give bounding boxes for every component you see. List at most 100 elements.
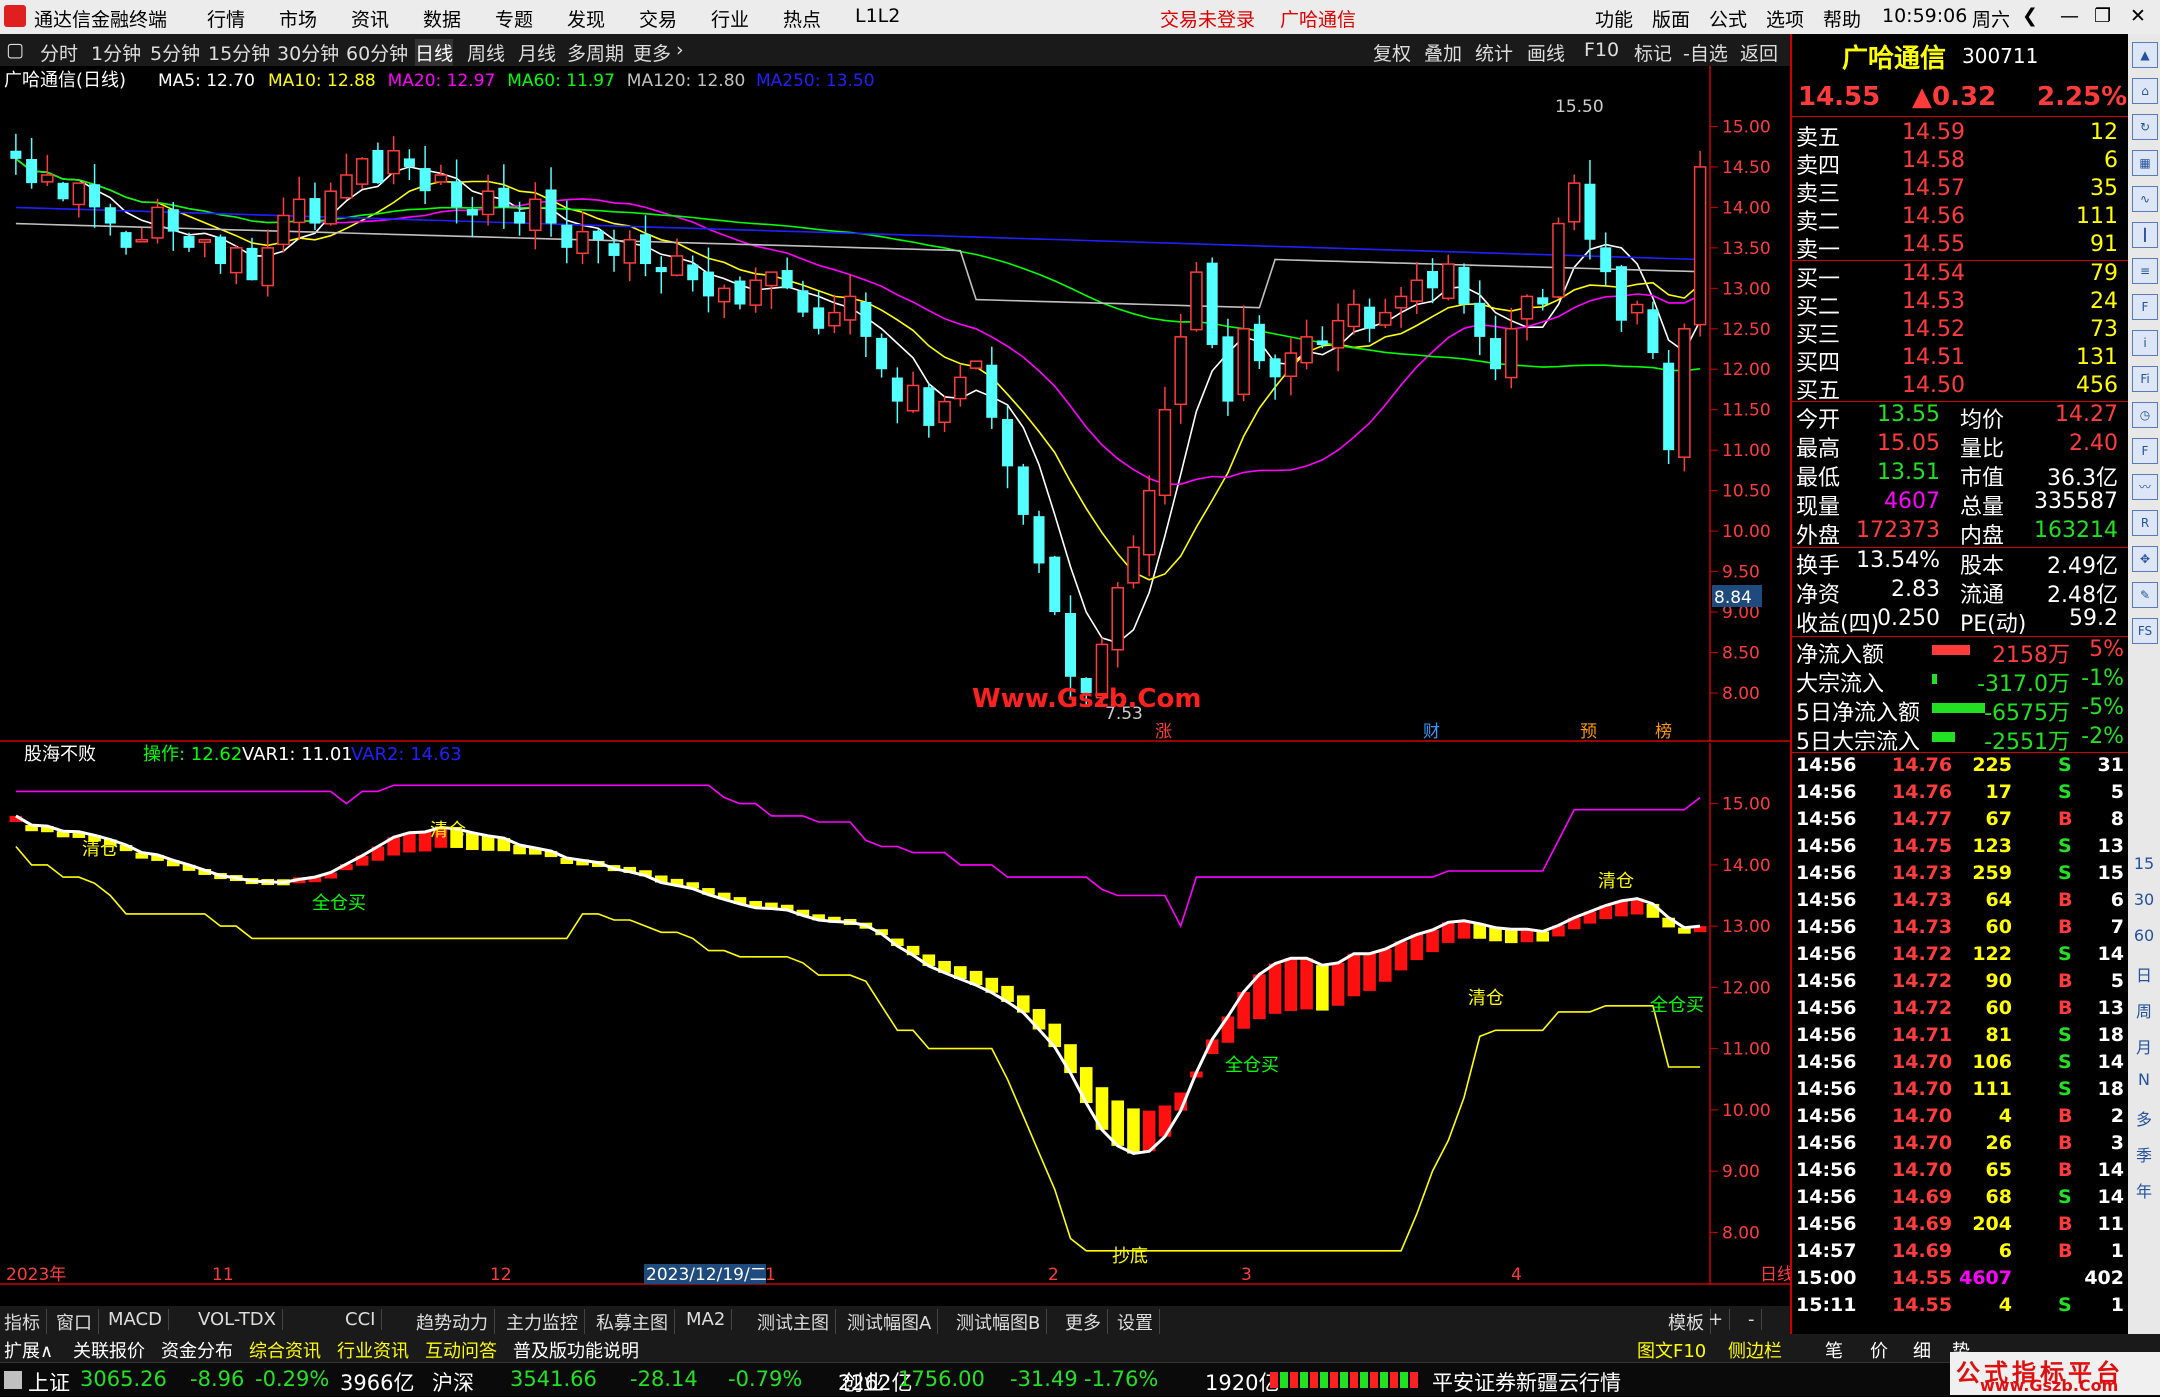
f-icon[interactable]: F [2132,438,2158,464]
price-chart[interactable]: 15.00 14.50 14.00 13.50 13.00 12.50 12.00 11.50… [0,66,1790,742]
tabs-tool[interactable]: 模板 [1668,1309,1711,1335]
tick-row[interactable]: 14:56 14.72 122 S 14 [1792,943,2128,970]
tick-row[interactable]: 14:56 14.77 67 B 8 [1792,808,2128,835]
menu-item[interactable]: 行情 [207,5,245,32]
toolbar-button[interactable]: 复权 [1373,39,1411,66]
tick-row[interactable]: 14:56 14.70 106 S 14 [1792,1051,2128,1078]
period-tab[interactable]: 月线 [518,39,556,66]
indicator-tab[interactable]: CCI [345,1309,383,1330]
tabs-tool[interactable]: - [1748,1309,1762,1330]
server-name[interactable]: 平安证券新疆云行情 [1432,1367,1621,1397]
book-row[interactable]: 卖二 14.56 111 [1792,204,2128,235]
period-tab[interactable]: 多周期 [567,39,624,66]
panel-toggle-icon[interactable]: ▢ [6,39,24,61]
period-tab-active[interactable]: 日线 [415,39,454,66]
indicator-tab[interactable]: 窗口 [56,1309,99,1335]
tick-row[interactable]: 14:56 14.76 17 S 5 [1792,781,2128,808]
extension-tab[interactable]: 关联报价 [73,1337,145,1363]
list-icon[interactable]: ≡ [2132,258,2158,284]
tick-row[interactable]: 14:56 14.72 90 B 5 [1792,970,2128,997]
side-tab[interactable]: 笔 [1825,1337,1843,1363]
back-icon[interactable]: ❮ [2022,5,2038,27]
rsi-icon[interactable]: R [2132,510,2158,536]
chart-icon[interactable]: ∿ [2132,186,2158,212]
menu-item[interactable]: 热点 [783,5,821,32]
side-tab[interactable]: 图文F10 [1637,1337,1706,1363]
tick-row[interactable]: 14:56 14.71 81 S 18 [1792,1024,2128,1051]
wave-icon[interactable]: 〰 [2132,474,2158,500]
grid-icon[interactable]: ▦ [2132,150,2158,176]
period-tab[interactable]: 15分钟 [208,39,270,66]
extension-tab[interactable]: 互动问答 [425,1337,497,1363]
indicator-chart[interactable]: 15.00 14.00 13.00 12.00 11.00 10.00 9.00 8.00 股… [0,743,1790,1285]
info-icon[interactable]: i [2132,330,2158,356]
side-tab[interactable]: 价 [1870,1337,1888,1363]
toolbar-button[interactable]: 统计 [1475,39,1513,66]
extension-tab[interactable]: 资金分布 [161,1337,233,1363]
up-arrow-icon[interactable]: ▲ [2132,42,2158,68]
tick-row[interactable]: 14:56 14.70 26 B 3 [1792,1132,2128,1159]
book-row[interactable]: 卖四 14.58 6 [1792,148,2128,179]
extension-tab[interactable]: 扩展∧ [4,1337,53,1363]
index-name[interactable]: 创业 [842,1367,884,1397]
tick-row[interactable]: 14:56 14.73 64 B 6 [1792,889,2128,916]
strip-period[interactable]: N [2128,1070,2160,1089]
period-tab[interactable]: 更多 [633,39,671,66]
tick-row[interactable]: 15:00 14.55 4607 402 [1792,1267,2128,1294]
tick-row[interactable]: 14:56 14.69 68 S 14 [1792,1186,2128,1213]
toolbar-button[interactable]: 返回 [1740,39,1778,66]
menu-item[interactable]: 选项 [1766,5,1804,32]
period-tab[interactable]: 5分钟 [150,39,200,66]
strip-period[interactable]: 60 [2128,926,2160,945]
tick-row[interactable]: 14:56 14.70 111 S 18 [1792,1078,2128,1105]
fiz-icon[interactable]: Fi [2132,366,2158,392]
book-row[interactable]: 买一 14.54 79 [1792,261,2128,292]
strip-period[interactable]: 30 [2128,890,2160,909]
extension-tab[interactable]: 普及版功能说明 [513,1337,639,1363]
tick-row[interactable]: 15:11 14.55 4 S 1 [1792,1294,2128,1321]
refresh-icon[interactable]: ↻ [2132,114,2158,140]
indicator-tab[interactable]: 设置 [1117,1309,1160,1335]
trade-status[interactable]: 交易未登录 [1160,5,1255,32]
menu-item[interactable]: 资讯 [351,5,389,32]
indicator-tab[interactable]: 测试主图 [757,1309,836,1335]
event-marker[interactable]: 财 [1423,722,1440,742]
tick-row[interactable]: 14:56 14.69 204 B 11 [1792,1213,2128,1240]
indicator-tab[interactable]: 指标 [4,1309,47,1335]
tick-row[interactable]: 14:56 14.72 60 B 13 [1792,997,2128,1024]
toolbar-button[interactable]: 标记 [1634,39,1672,66]
tick-row[interactable]: 14:57 14.69 6 B 1 [1792,1240,2128,1267]
strip-period[interactable]: 月 [2128,1034,2160,1058]
period-tab[interactable]: 60分钟 [346,39,408,66]
menu-item[interactable]: 功能 [1595,5,1633,32]
indicator-tab[interactable]: 测试幅图A [847,1309,939,1335]
tabs-tool[interactable]: + [1708,1309,1731,1330]
cross-icon[interactable]: ✥ [2132,546,2158,572]
indicator-tab[interactable]: 测试幅图B [956,1309,1048,1335]
book-row[interactable]: 买三 14.52 73 [1792,317,2128,348]
strip-period[interactable]: 季 [2128,1142,2160,1166]
indicator-tab[interactable]: VOL-TDX [198,1309,283,1330]
menu-item[interactable]: 行业 [711,5,749,32]
pen-icon[interactable]: ✎ [2132,582,2158,608]
menu-item[interactable]: 发现 [567,5,605,32]
indicator-tab[interactable]: MA2 [686,1309,733,1330]
indicator-tab[interactable]: 趋势动力 [416,1309,495,1335]
book-row[interactable]: 卖五 14.59 12 [1792,120,2128,151]
clock-icon[interactable]: ◷ [2132,402,2158,428]
f10-icon[interactable]: F [2132,294,2158,320]
indicator-tab[interactable]: 更多 [1065,1309,1108,1335]
period-tab[interactable]: 1分钟 [91,39,141,66]
book-row[interactable]: 买二 14.53 24 [1792,289,2128,320]
fs-icon[interactable]: FS [2132,618,2158,644]
close-icon[interactable]: ✕ [2130,5,2146,27]
tick-row[interactable]: 14:56 14.73 259 S 15 [1792,862,2128,889]
strip-period[interactable]: 年 [2128,1178,2160,1202]
toolbar-button[interactable]: F10 [1584,39,1619,61]
tick-row[interactable]: 14:56 14.75 123 S 13 [1792,835,2128,862]
tick-row[interactable]: 14:56 14.76 225 S 31 [1792,754,2128,781]
tick-row[interactable]: 14:56 14.70 65 B 14 [1792,1159,2128,1186]
menu-item[interactable]: 数据 [423,5,461,32]
index-name[interactable]: 沪深 [432,1367,474,1397]
minimize-icon[interactable]: — [2060,5,2079,27]
